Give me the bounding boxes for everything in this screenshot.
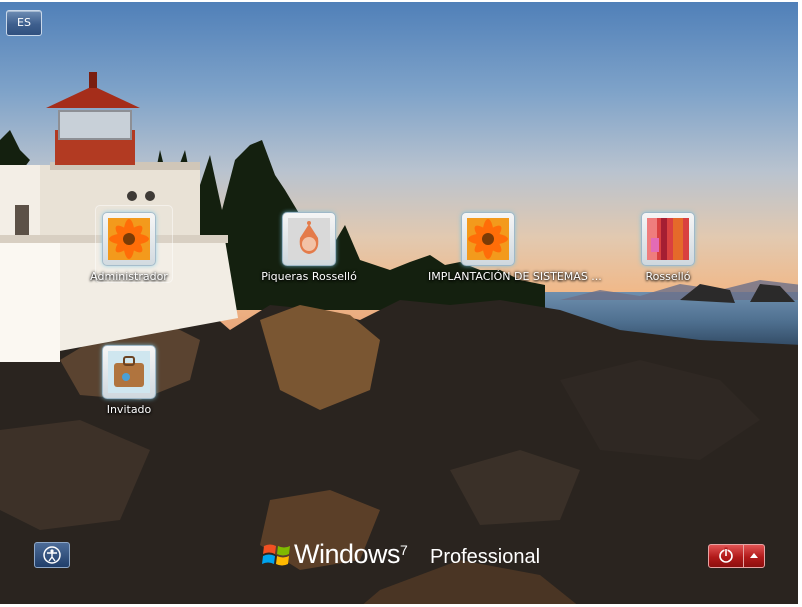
- user-tile-piqueras-rossello[interactable]: Piqueras Rosselló: [249, 212, 369, 283]
- ease-of-access-icon: [43, 546, 61, 564]
- brand-product: Windows: [294, 539, 401, 569]
- windows-logo-icon: [262, 544, 290, 566]
- frame-edge-top: [0, 0, 802, 2]
- user-picture-frame: [95, 205, 173, 283]
- user-tile-invitado[interactable]: Invitado: [69, 345, 189, 416]
- suitcase-picture: [108, 351, 150, 393]
- lighthouse: [0, 72, 238, 362]
- orange-flower-picture: [108, 218, 150, 260]
- desktop-background: [0, 0, 802, 607]
- user-name: Piqueras Rosselló: [261, 270, 357, 283]
- shutdown-options-button[interactable]: [743, 544, 765, 568]
- user-tile-implantacion[interactable]: IMPLANTACIÓN DE SISTEMAS ...: [428, 212, 602, 283]
- striped-fabric-picture: [647, 218, 689, 260]
- power-icon: [719, 547, 733, 563]
- user-tile-rossello[interactable]: Rosselló: [608, 212, 728, 283]
- user-picture-frame: [641, 212, 695, 266]
- language-label: ES: [17, 16, 31, 29]
- user-tile-administrador[interactable]: Administrador: [69, 205, 189, 283]
- brand-edition: Professional: [430, 546, 541, 568]
- shutdown-button[interactable]: [708, 544, 744, 568]
- user-picture-frame: [282, 212, 336, 266]
- orange-flower-picture: [467, 218, 509, 260]
- chevron-up-icon: [750, 553, 758, 558]
- frame-edge-right: [798, 0, 802, 607]
- robot-figure-picture: [288, 218, 330, 260]
- ease-of-access-button[interactable]: [34, 542, 70, 568]
- user-name: Invitado: [106, 403, 152, 416]
- user-picture-frame: [102, 345, 156, 399]
- brand-version: 7: [400, 542, 408, 558]
- user-picture-frame: [461, 212, 515, 266]
- language-button[interactable]: ES: [6, 10, 42, 36]
- user-name: IMPLANTACIÓN DE SISTEMAS ...: [428, 270, 602, 283]
- user-name: Rosselló: [645, 270, 691, 283]
